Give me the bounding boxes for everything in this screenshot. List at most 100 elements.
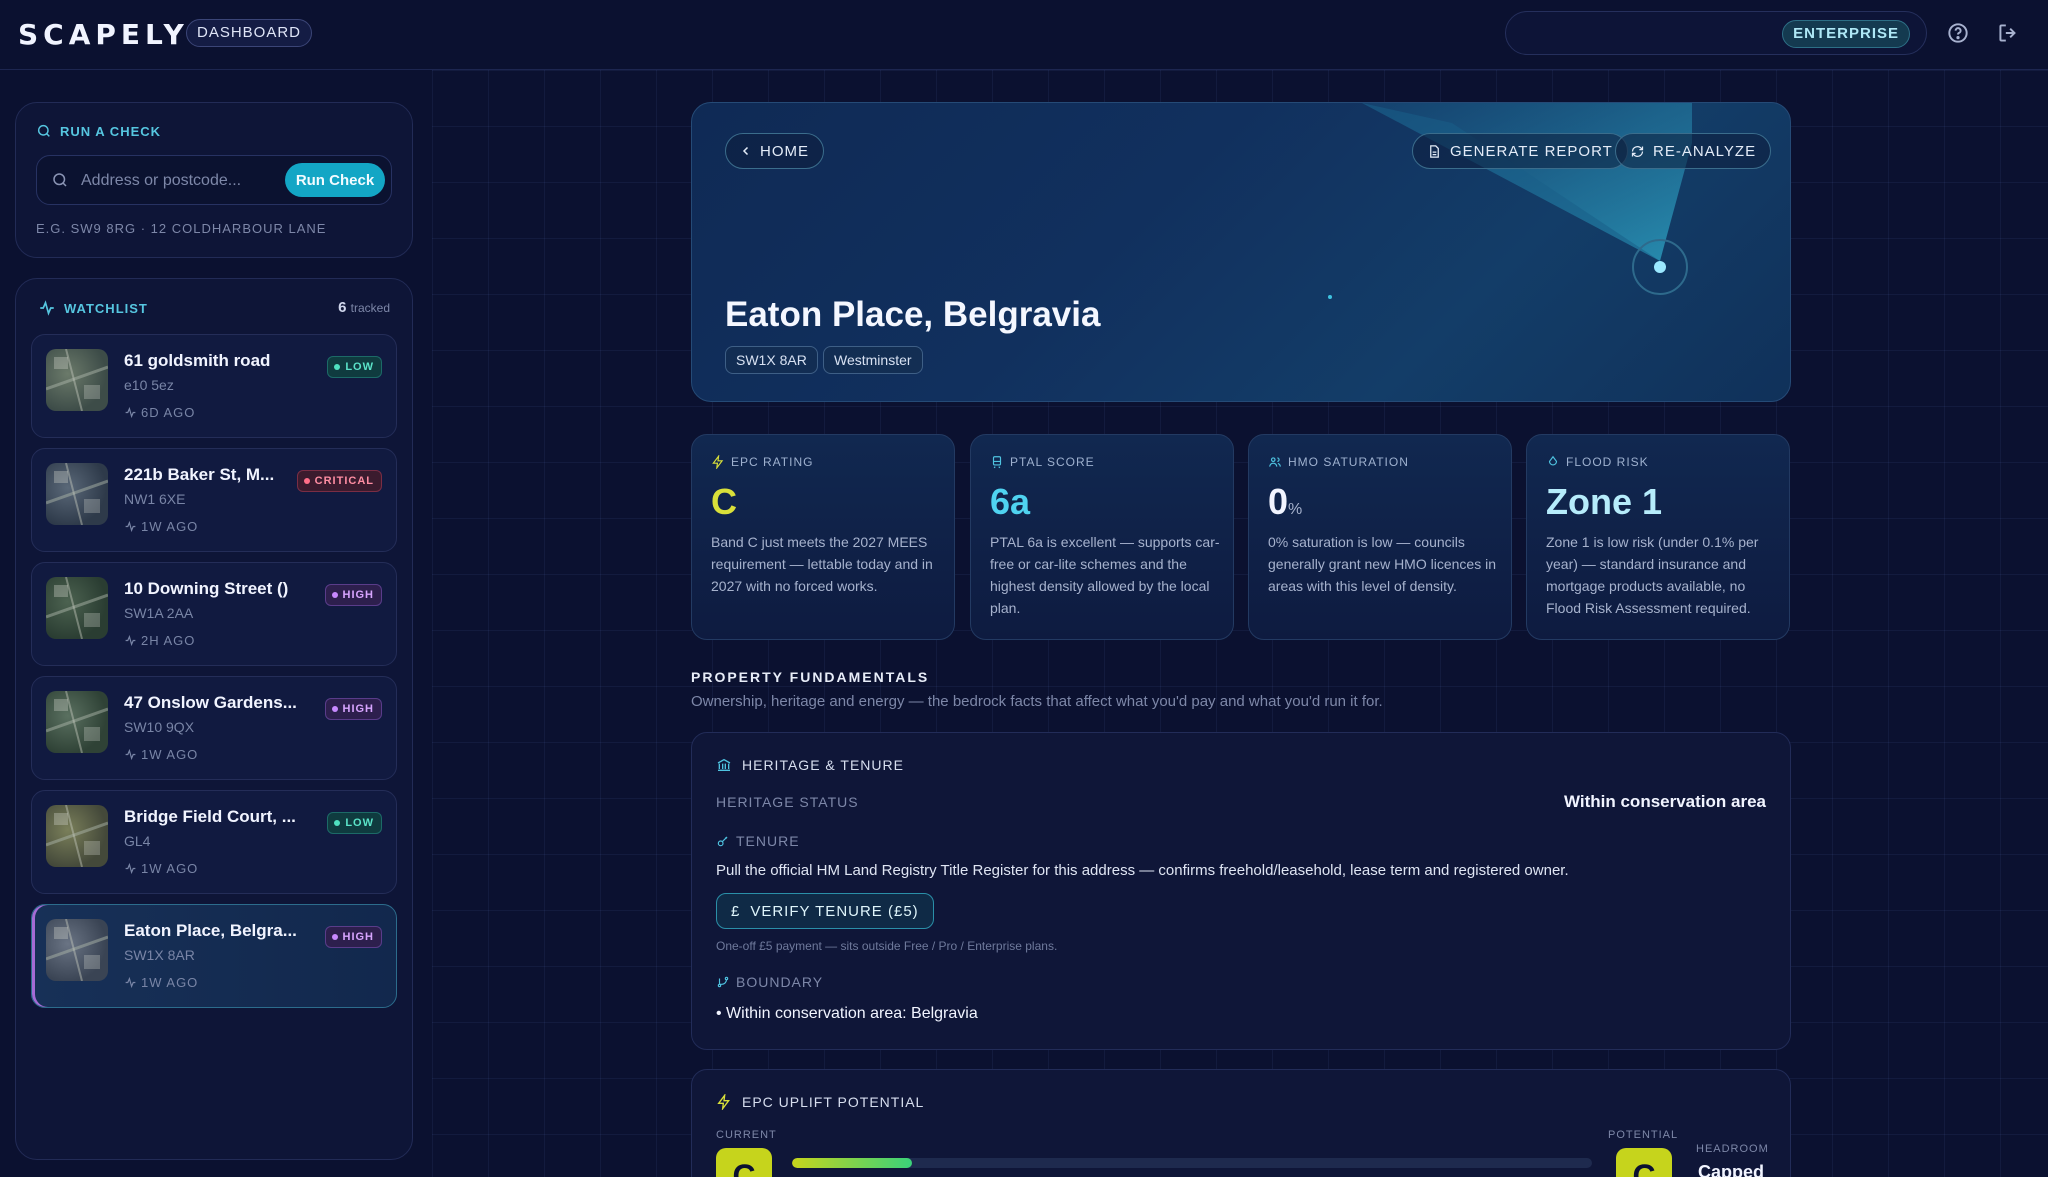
property-thumbnail bbox=[46, 805, 108, 867]
metric-label-row: HMO SATURATION bbox=[1268, 455, 1409, 469]
watchlist-count: 6 tracked bbox=[338, 299, 390, 316]
epc-uplift-bar bbox=[792, 1158, 1592, 1168]
watchlist-item-postcode: NW1 6XE bbox=[124, 491, 186, 507]
generate-report-label: GENERATE REPORT bbox=[1450, 142, 1613, 160]
boundary-label-row: BOUNDARY bbox=[716, 974, 823, 990]
heritage-card-title: HERITAGE & TENURE bbox=[742, 757, 904, 773]
metric-value-row: 6a bbox=[990, 481, 1030, 523]
app-logo[interactable]: SCAPELY bbox=[18, 18, 189, 51]
refresh-icon bbox=[1631, 145, 1644, 157]
metric-value: 0 bbox=[1268, 481, 1289, 522]
watchlist-item-ago: 1W AGO bbox=[141, 861, 199, 876]
verify-tenure-label: VERIFY TENURE (£5) bbox=[750, 902, 919, 920]
metric-description: PTAL 6a is excellent — supports car-free… bbox=[990, 534, 1220, 616]
watchlist-item-name: 10 Downing Street () bbox=[124, 579, 289, 598]
epc-potential-label: POTENTIAL bbox=[1608, 1129, 1679, 1141]
logout-icon[interactable] bbox=[1995, 20, 2021, 46]
tenure-text: Pull the official HM Land Registry Title… bbox=[716, 862, 1569, 879]
risk-badge-label: HIGH bbox=[342, 703, 374, 715]
watchlist-item-postcode: SW1X 8AR bbox=[124, 947, 195, 963]
metric-label: FLOOD RISK bbox=[1566, 455, 1649, 469]
top-search-bar[interactable]: ENTERPRISE bbox=[1505, 11, 1927, 55]
postcode-chip: SW1X 8AR bbox=[725, 346, 818, 374]
activity-icon bbox=[125, 520, 136, 533]
risk-badge: HIGH bbox=[324, 698, 382, 720]
droplet-icon bbox=[1548, 455, 1558, 466]
watchlist-item-postcode: SW10 9QX bbox=[124, 719, 195, 735]
key-icon bbox=[717, 836, 728, 847]
property-thumbnail bbox=[46, 577, 108, 639]
watchlist-item-time: 1W AGO bbox=[124, 975, 198, 990]
watchlist-item-postcode: SW1A 2AA bbox=[124, 605, 194, 621]
boundary-label: BOUNDARY bbox=[736, 974, 824, 990]
watchlist-item[interactable]: Eaton Place, Belgra... SW1X 8AR 1W AGO HIGH bbox=[31, 904, 397, 1008]
top-bar: SCAPELY DASHBOARD ENTERPRISE bbox=[0, 0, 2048, 70]
address-search-box: Run Check bbox=[36, 155, 392, 205]
activity-icon bbox=[125, 634, 136, 647]
verify-tenure-button[interactable]: £ VERIFY TENURE (£5) bbox=[716, 893, 934, 929]
risk-badge: HIGH bbox=[324, 584, 382, 606]
aerial-map-thumbnail bbox=[46, 577, 108, 639]
reanalyze-button[interactable]: RE-ANALYZE bbox=[1615, 133, 1772, 169]
epc-potential-grade: C bbox=[1616, 1148, 1672, 1177]
watchlist-panel: WATCHLIST 6 tracked 61 goldsmith road e10… bbox=[15, 278, 413, 1160]
epc-uplift-header: EPC UPLIFT POTENTIAL bbox=[716, 1094, 924, 1110]
risk-badge: LOW bbox=[327, 812, 382, 834]
metric-unit: % bbox=[1288, 501, 1303, 518]
epc-uplift-card: EPC UPLIFT POTENTIAL CURRENT C POTENTIAL… bbox=[691, 1069, 1791, 1177]
run-check-panel: RUN A CHECK Run Check E.G. SW9 8RG · 12 … bbox=[15, 102, 413, 258]
metric-label: PTAL SCORE bbox=[1010, 455, 1095, 469]
activity-icon bbox=[125, 862, 136, 875]
watchlist-item-time: 1W AGO bbox=[124, 861, 198, 876]
risk-dot bbox=[331, 706, 338, 712]
epc-current-label: CURRENT bbox=[716, 1129, 777, 1141]
watchlist-item[interactable]: 221b Baker St, M... NW1 6XE 1W AGO CRITICAL bbox=[31, 448, 397, 552]
heritage-status-value: Within conservation area bbox=[1563, 792, 1766, 811]
watchlist-item[interactable]: 10 Downing Street () SW1A 2AA 2H AGO HIGH bbox=[31, 562, 397, 666]
watchlist-item-name: Bridge Field Court, ... bbox=[124, 807, 296, 826]
risk-badge: CRITICAL bbox=[296, 470, 382, 492]
watchlist-item-name: Eaton Place, Belgra... bbox=[124, 921, 297, 940]
activity-icon bbox=[125, 748, 136, 761]
run-check-title: RUN A CHECK bbox=[60, 123, 162, 139]
address-input[interactable] bbox=[81, 168, 271, 194]
headroom-label: HEADROOM bbox=[1696, 1143, 1769, 1155]
watchlist-item-postcode: e10 5ez bbox=[124, 377, 174, 393]
help-circle-icon[interactable] bbox=[1945, 20, 1971, 46]
watchlist-item-time: 1W AGO bbox=[124, 747, 198, 762]
metric-label: EPC RATING bbox=[731, 455, 814, 469]
watchlist-item-name: 61 goldsmith road bbox=[124, 351, 271, 370]
metric-label-row: FLOOD RISK bbox=[1546, 455, 1649, 469]
headroom-value: Capped bbox=[1698, 1162, 1765, 1177]
watchlist-header: WATCHLIST bbox=[38, 299, 148, 317]
metric-card: PTAL SCORE 6a PTAL 6a is excellent — suppo… bbox=[970, 434, 1234, 640]
risk-dot bbox=[331, 934, 338, 940]
risk-badge: LOW bbox=[327, 356, 382, 378]
watchlist-item-name: 221b Baker St, M... bbox=[124, 465, 275, 484]
activity-icon bbox=[40, 300, 54, 316]
watchlist-item[interactable]: Bridge Field Court, ... GL4 1W AGO LOW bbox=[31, 790, 397, 894]
activity-icon bbox=[125, 976, 136, 989]
watchlist-item[interactable]: 61 goldsmith road e10 5ez 6D AGO LOW bbox=[31, 334, 397, 438]
watchlist-item[interactable]: 47 Onslow Gardens... SW10 9QX 1W AGO HIGH bbox=[31, 676, 397, 780]
aerial-map-thumbnail bbox=[46, 919, 108, 981]
section-label: DASHBOARD bbox=[186, 19, 313, 47]
lightning-icon bbox=[717, 1094, 730, 1110]
metric-value: C bbox=[711, 481, 737, 522]
metric-card: EPC RATING C Band C just meets the 2027 ME… bbox=[691, 434, 955, 640]
risk-badge-label: LOW bbox=[345, 361, 374, 373]
aerial-map-thumbnail bbox=[46, 691, 108, 753]
metric-value-row: C bbox=[711, 481, 737, 523]
metric-label: HMO SATURATION bbox=[1288, 455, 1409, 469]
watchlist-item-ago: 1W AGO bbox=[141, 519, 199, 534]
home-button-label: HOME bbox=[760, 142, 809, 160]
generate-report-button[interactable]: GENERATE REPORT bbox=[1412, 133, 1628, 169]
watchlist-item-ago: 1W AGO bbox=[141, 747, 199, 762]
run-check-button[interactable]: Run Check bbox=[285, 163, 385, 197]
watchlist-item-time: 6D AGO bbox=[124, 405, 195, 420]
train-icon bbox=[992, 456, 1002, 469]
reanalyze-label: RE-ANALYZE bbox=[1653, 142, 1757, 160]
fundamentals-subtitle: Ownership, heritage and energy — the bed… bbox=[691, 693, 1383, 710]
tenure-label-row: TENURE bbox=[716, 833, 800, 849]
home-button[interactable]: HOME bbox=[725, 133, 824, 169]
